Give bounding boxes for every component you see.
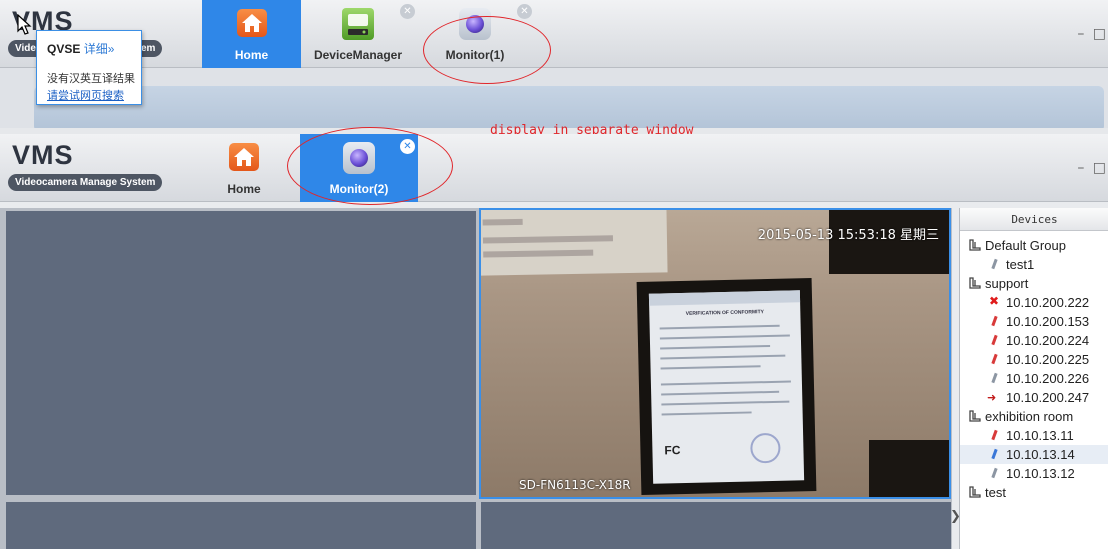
device-10-10-200-224[interactable]: 10.10.200.224: [960, 331, 1108, 350]
device-offline-icon: [989, 259, 1000, 270]
video-cell-1[interactable]: [6, 211, 476, 495]
app-subtitle-badge: Videocamera Manage System: [8, 174, 163, 191]
tooltip-message: 没有汉英互译结果: [47, 72, 135, 85]
osd-timestamp: 2015-05-13 15:53:18 星期三: [757, 228, 939, 243]
device-online-icon: [989, 335, 1000, 346]
group-label: Default Group: [985, 238, 1066, 253]
device-online-icon: [989, 430, 1000, 441]
device-label: 10.10.200.225: [1006, 352, 1090, 367]
video-cell-3[interactable]: [6, 502, 476, 549]
device-label: 10.10.200.226: [1006, 371, 1090, 386]
back-tab-device-manager[interactable]: DeviceManager ✕: [303, 0, 415, 68]
picture-frame: [869, 440, 949, 497]
video-cell-2[interactable]: VERIFICATION OF CONFORMITY FC 2015-05-13…: [479, 208, 951, 499]
device-manager-icon: [342, 8, 374, 40]
certificate-document: VERIFICATION OF CONFORMITY FC: [648, 290, 805, 484]
device-10-10-13-12[interactable]: 10.10.13.12: [960, 464, 1108, 483]
device-10-10-200-226[interactable]: 10.10.200.226: [960, 369, 1108, 388]
translation-tooltip: QVSE 详细» 没有汉英互译结果 请尝试网页搜索: [36, 30, 142, 105]
annotation-ellipse-monitor-1: [423, 16, 551, 84]
seal-stamp: [750, 432, 781, 464]
device-10-10-13-14[interactable]: 10.10.13.14: [960, 445, 1108, 464]
tab-label: Home: [227, 182, 261, 196]
front-window: VMS Videocamera Manage System Home Monit…: [0, 134, 1108, 549]
device-label: 10.10.13.14: [1006, 447, 1075, 462]
group-label: exhibition room: [985, 409, 1074, 424]
tooltip-detail-link[interactable]: 详细»: [84, 42, 115, 56]
screen: { "back_window": { "logo": "VMS", "logo_…: [0, 0, 1108, 549]
devices-header: Devices: [960, 208, 1108, 231]
back-tab-home[interactable]: Home: [202, 0, 301, 68]
close-tab-icon[interactable]: ✕: [517, 4, 532, 19]
group-support[interactable]: support: [960, 274, 1108, 293]
back-titlebar: VMS Videocamera Manage System Home Devic…: [0, 0, 1108, 68]
device-label: 10.10.200.224: [1006, 333, 1090, 348]
group-test[interactable]: test: [960, 483, 1108, 502]
group-exhibition-room[interactable]: exhibition room: [960, 407, 1108, 426]
tooltip-brand: QVSE: [47, 42, 81, 56]
device-10-10-200-225[interactable]: 10.10.200.225: [960, 350, 1108, 369]
device-label: 10.10.200.153: [1006, 314, 1090, 329]
tooltip-header: QVSE 详细»: [47, 40, 114, 57]
osd-camera-name: SD-FN6113C-X18R: [519, 478, 631, 492]
device-test1[interactable]: test1: [960, 255, 1108, 274]
device-10-10-200-153[interactable]: 10.10.200.153: [960, 312, 1108, 331]
tooltip-search-link[interactable]: 请尝试网页搜索: [47, 87, 124, 103]
device-label: 10.10.200.222: [1006, 295, 1090, 310]
device-10-10-200-247[interactable]: ➜ 10.10.200.247: [960, 388, 1108, 407]
annotation-ellipse-monitor-2: [287, 127, 453, 205]
close-tab-icon[interactable]: ✕: [400, 4, 415, 19]
mouse-cursor-icon: [17, 14, 32, 35]
devices-panel: Devices Default Group test1 support ✖ 10…: [959, 208, 1108, 549]
device-offline-icon: [989, 468, 1000, 479]
window-controls[interactable]: – □: [1077, 160, 1108, 176]
fcc-mark: FC: [664, 443, 681, 458]
group-label: test: [985, 485, 1006, 500]
device-label: 10.10.13.12: [1006, 466, 1075, 481]
device-playing-icon: [989, 449, 1000, 460]
home-icon: [236, 9, 267, 37]
device-10-10-13-11[interactable]: 10.10.13.11: [960, 426, 1108, 445]
device-offline-icon: [989, 373, 1000, 384]
device-label: 10.10.13.11: [1006, 428, 1074, 443]
device-label: 10.10.200.247: [1006, 390, 1090, 405]
wall-certificate: [481, 210, 668, 276]
device-link-icon: ➜: [987, 391, 997, 404]
group-folder-icon: [969, 239, 981, 251]
app-logo: VMS: [12, 140, 74, 170]
certificate-title: VERIFICATION OF CONFORMITY: [685, 309, 765, 317]
device-online-icon: [989, 316, 1000, 327]
camera-feed: VERIFICATION OF CONFORMITY FC 2015-05-13…: [481, 210, 949, 497]
front-titlebar: VMS Videocamera Manage System Home Monit…: [0, 134, 1108, 202]
group-folder-icon: [969, 410, 981, 422]
tab-label: Home: [234, 48, 269, 62]
group-label: support: [985, 276, 1029, 291]
group-folder-icon: [969, 277, 981, 289]
device-tree: Default Group test1 support ✖ 10.10.200.…: [960, 236, 1108, 502]
framed-certificate: VERIFICATION OF CONFORMITY FC: [636, 278, 817, 495]
back-window: VMS Videocamera Manage System Home Devic…: [0, 0, 1108, 140]
group-folder-icon: [969, 486, 981, 498]
front-tab-home[interactable]: Home: [196, 134, 292, 202]
video-cell-4[interactable]: [481, 502, 951, 549]
video-grid: VERIFICATION OF CONFORMITY FC 2015-05-13…: [0, 208, 952, 549]
tab-label: DeviceManager: [313, 48, 403, 62]
home-icon: [229, 143, 259, 171]
device-error-icon: ✖: [989, 294, 1000, 308]
device-online-icon: [989, 354, 1000, 365]
device-10-10-200-222[interactable]: ✖ 10.10.200.222: [960, 293, 1108, 312]
device-label: test1: [1006, 257, 1035, 272]
window-controls[interactable]: – □: [1077, 26, 1108, 42]
group-default[interactable]: Default Group: [960, 236, 1108, 255]
